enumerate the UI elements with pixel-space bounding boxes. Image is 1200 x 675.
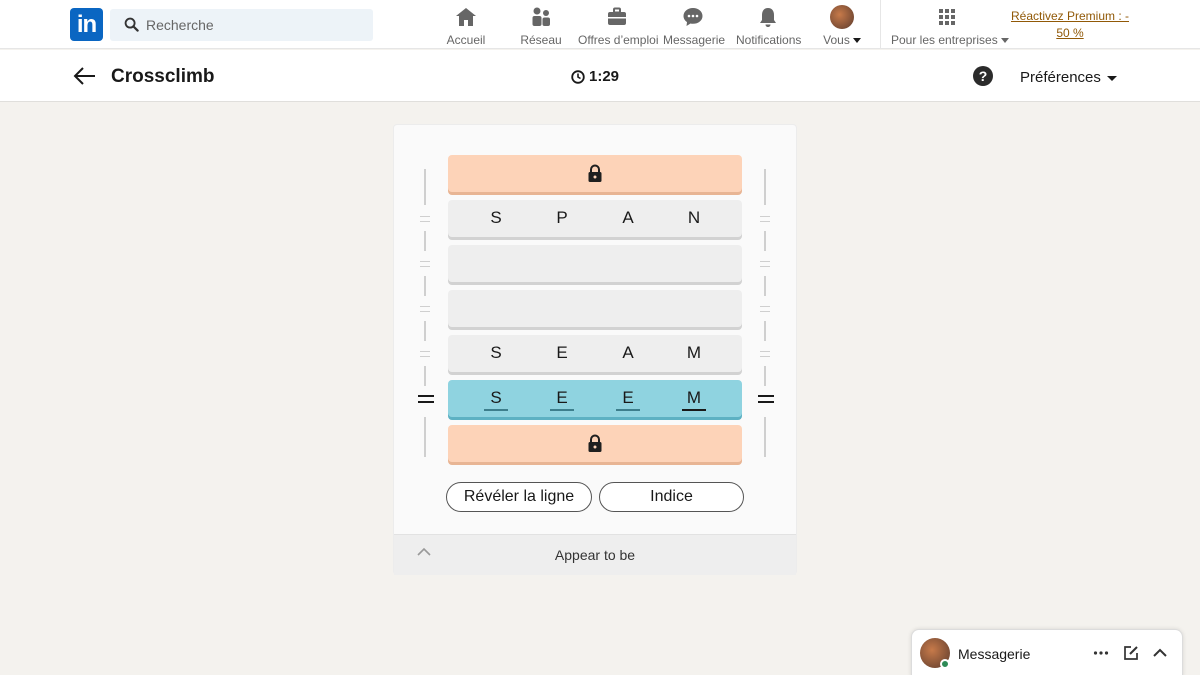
rail-equals bbox=[760, 306, 770, 312]
hint-button[interactable]: Indice bbox=[599, 482, 744, 512]
nav-notifications-label: Notifications bbox=[736, 33, 802, 47]
nav-divider bbox=[880, 0, 881, 49]
briefcase-icon bbox=[608, 7, 626, 25]
rail-equals bbox=[760, 261, 770, 267]
letter-tile: A bbox=[622, 343, 634, 362]
letter-tile: S bbox=[490, 343, 502, 362]
home-icon bbox=[456, 8, 476, 26]
letter-tile: A bbox=[622, 208, 634, 227]
timer-value: 1:29 bbox=[589, 68, 620, 85]
clue-bar[interactable]: Appear to be bbox=[394, 534, 796, 575]
grid-icon bbox=[939, 9, 955, 25]
search-input[interactable] bbox=[146, 9, 366, 41]
game-board: S P A N S E A M S E E M Révéler la ligne… bbox=[393, 124, 797, 575]
word-row[interactable]: S P A N bbox=[448, 200, 742, 237]
nav-me-label: Vous bbox=[823, 33, 850, 47]
nav-business-label: Pour les entreprises bbox=[891, 33, 998, 47]
online-status-dot bbox=[940, 659, 950, 669]
left-rail bbox=[418, 169, 434, 459]
locked-row-bottom bbox=[448, 425, 742, 462]
word-row-empty[interactable] bbox=[448, 245, 742, 282]
preferences-label: Préférences bbox=[1020, 69, 1101, 86]
letter-tile: E bbox=[556, 343, 568, 362]
nav-notifications[interactable]: Notifications bbox=[736, 5, 802, 47]
letter-tile: M bbox=[686, 343, 702, 362]
rail-equals bbox=[420, 216, 430, 222]
letter-tile: N bbox=[687, 208, 701, 227]
clock-icon bbox=[571, 69, 585, 84]
letter-input[interactable]: S bbox=[484, 388, 508, 411]
letter-input[interactable]: E bbox=[616, 388, 640, 411]
help-icon[interactable]: ? bbox=[973, 66, 993, 86]
messaging-title: Messagerie bbox=[958, 646, 1031, 662]
nav-me[interactable]: Vous bbox=[820, 5, 864, 47]
game-title: Crossclimb bbox=[111, 66, 215, 87]
reveal-row-button[interactable]: Révéler la ligne bbox=[446, 482, 592, 512]
nav-messaging[interactable]: Messagerie bbox=[663, 5, 726, 47]
search-box[interactable] bbox=[110, 9, 373, 41]
clue-text: Appear to be bbox=[554, 547, 636, 563]
locked-row-top bbox=[448, 155, 742, 192]
rail-equals bbox=[420, 306, 430, 312]
more-icon[interactable] bbox=[1092, 644, 1110, 662]
chevron-down-icon bbox=[1000, 38, 1009, 44]
right-rail bbox=[758, 169, 774, 459]
nav-network-label: Réseau bbox=[520, 33, 562, 47]
rail-equals bbox=[420, 351, 430, 357]
preferences-dropdown[interactable]: Préférences bbox=[1020, 69, 1117, 86]
top-navigation: in Accueil Réseau Offres d’emploi Messag… bbox=[0, 0, 1200, 49]
messaging-widget[interactable]: Messagerie bbox=[911, 629, 1183, 675]
nav-home[interactable]: Accueil bbox=[446, 5, 486, 47]
letter-input[interactable]: E bbox=[550, 388, 574, 411]
word-row-empty[interactable] bbox=[448, 290, 742, 327]
game-header: Crossclimb 1:29 ? Préférences bbox=[0, 50, 1200, 102]
bell-icon bbox=[760, 8, 776, 27]
back-arrow-icon[interactable] bbox=[72, 64, 98, 88]
rail-equals bbox=[420, 261, 430, 267]
avatar bbox=[830, 5, 854, 29]
network-icon bbox=[532, 7, 550, 26]
premium-line-1: Réactivez Premium : - bbox=[1010, 9, 1130, 23]
nav-home-label: Accueil bbox=[446, 33, 486, 47]
letter-tile: P bbox=[556, 208, 568, 227]
nav-jobs[interactable]: Offres d’emploi bbox=[578, 5, 659, 47]
letter-tile: S bbox=[490, 208, 502, 227]
game-timer: 1:29 bbox=[571, 68, 619, 85]
nav-network[interactable]: Réseau bbox=[519, 5, 563, 47]
chevron-down-icon bbox=[1106, 75, 1117, 81]
nav-jobs-label: Offres d’emploi bbox=[578, 33, 659, 47]
rail-equals bbox=[760, 351, 770, 357]
word-row-active[interactable]: S E E M bbox=[448, 380, 742, 417]
rail-equals-active bbox=[758, 395, 774, 403]
messaging-icon bbox=[683, 8, 703, 26]
rail-equals-active bbox=[418, 395, 434, 403]
premium-line-2: 50 % bbox=[1056, 26, 1084, 40]
chevron-down-icon bbox=[852, 38, 861, 44]
premium-link[interactable]: Réactivez Premium : - 50 % bbox=[1010, 8, 1130, 42]
linkedin-logo[interactable]: in bbox=[70, 8, 103, 41]
letter-input-current[interactable]: M bbox=[682, 388, 706, 411]
nav-messaging-label: Messagerie bbox=[663, 33, 726, 47]
search-icon bbox=[124, 17, 139, 32]
lock-icon bbox=[588, 164, 602, 182]
nav-business[interactable]: Pour les entreprises bbox=[891, 5, 1009, 47]
rail-equals bbox=[760, 216, 770, 222]
compose-icon[interactable] bbox=[1122, 644, 1140, 662]
chevron-up-icon[interactable] bbox=[1151, 644, 1169, 662]
lock-icon bbox=[588, 434, 602, 452]
word-row[interactable]: S E A M bbox=[448, 335, 742, 372]
